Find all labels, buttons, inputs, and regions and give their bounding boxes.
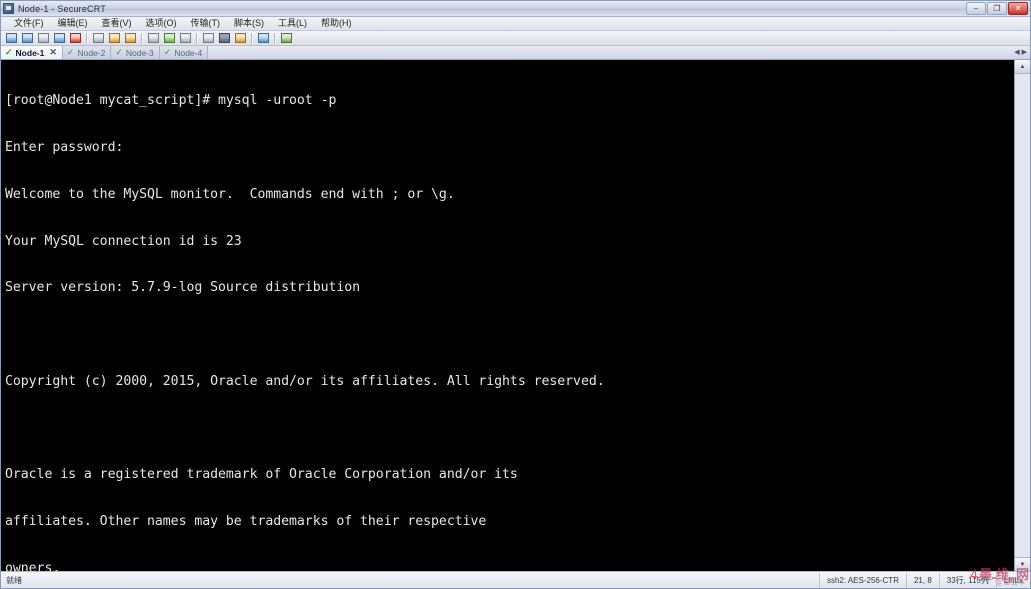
terminal-screen[interactable]: [root@Node1 mycat_script]# mysql -uroot … xyxy=(1,60,1014,571)
terminal-line: [root@Node1 mycat_script]# mysql -uroot … xyxy=(5,93,337,109)
tab-label: Node-1 xyxy=(15,47,45,58)
toolbar-separator xyxy=(196,32,198,44)
help-button[interactable] xyxy=(279,32,294,45)
connect-sftp-icon xyxy=(54,33,65,43)
terminal-line: Enter password: xyxy=(5,139,124,155)
securecrt-window: Node-1 - SecureCRT – ❐ ✕ 文件(F) 编辑(E) 查看(… xyxy=(0,0,1031,589)
terminal-line: owners. xyxy=(5,561,61,571)
disconnect-button[interactable] xyxy=(68,32,83,45)
menu-item-script[interactable]: 脚本(S) xyxy=(227,17,271,30)
tab-label: Node-4 xyxy=(174,47,203,58)
paste-icon xyxy=(109,33,120,43)
tab-scroll-controls: ◀ ▶ xyxy=(1011,46,1030,59)
scrollbar-track[interactable] xyxy=(1015,74,1030,557)
status-emulation: Linux xyxy=(995,572,1030,588)
global-options-icon xyxy=(258,33,269,43)
terminal-scrollbar[interactable]: ▲ ▼ xyxy=(1014,60,1030,571)
copy-icon xyxy=(93,33,104,43)
menu-item-view[interactable]: 查看(V) xyxy=(95,17,139,30)
check-icon: ✓ xyxy=(66,47,75,57)
tab-node-2[interactable]: ✓ Node-2 xyxy=(62,46,112,59)
terminal-area: [root@Node1 mycat_script]# mysql -uroot … xyxy=(1,60,1030,571)
check-icon: ✓ xyxy=(5,47,13,57)
log-session-icon xyxy=(164,33,175,43)
title-bar: Node-1 - SecureCRT – ❐ ✕ xyxy=(1,1,1030,17)
tab-node-3[interactable]: ✓ Node-3 xyxy=(111,46,160,59)
clear-screen-icon xyxy=(180,33,191,43)
paste-button[interactable] xyxy=(107,32,122,45)
copy-button[interactable] xyxy=(91,32,106,45)
toolbar-separator xyxy=(274,32,276,44)
tab-label: Node-2 xyxy=(77,47,106,58)
tab-bar-spacer xyxy=(208,46,1011,59)
status-cursor-position: 21, 8 xyxy=(905,572,939,588)
scroll-up-icon[interactable]: ▲ xyxy=(1015,60,1030,74)
toolbar-separator xyxy=(86,32,88,44)
menu-item-tools[interactable]: 工具(L) xyxy=(271,17,314,30)
help-icon xyxy=(281,33,292,43)
terminal-line: Copyright (c) 2000, 2015, Oracle and/or … xyxy=(5,373,605,389)
terminal-line: Welcome to the MySQL monitor. Commands e… xyxy=(5,186,455,202)
securecrt-app-icon xyxy=(3,3,14,14)
toolbar-separator xyxy=(251,32,253,44)
tab-node-4[interactable]: ✓ Node-4 xyxy=(159,46,209,59)
menu-bar: 文件(F) 编辑(E) 查看(V) 选项(O) 传输(T) 脚本(S) 工具(L… xyxy=(1,17,1030,31)
session-options-icon xyxy=(219,33,230,43)
find-button[interactable] xyxy=(123,32,138,45)
check-icon: ✓ xyxy=(163,47,172,57)
terminal-line: affiliates. Other names may be trademark… xyxy=(5,514,487,530)
print-icon xyxy=(148,33,159,43)
scroll-down-icon[interactable]: ▼ xyxy=(1015,557,1030,571)
check-icon: ✓ xyxy=(115,47,123,57)
terminal-line: Oracle is a registered trademark of Orac… xyxy=(5,467,518,483)
new-session-button[interactable] xyxy=(4,32,19,45)
session-tab-bar: ✓ Node-1 ✕ ✓ Node-2 ✓ Node-3 ✓ Node-4 ◀ … xyxy=(1,46,1030,60)
disconnect-icon xyxy=(70,33,81,43)
clone-session-button[interactable] xyxy=(36,32,51,45)
arrange-windows-button[interactable] xyxy=(201,32,216,45)
chevron-left-icon[interactable]: ◀ xyxy=(1014,49,1019,57)
window-controls: – ❐ ✕ xyxy=(966,2,1028,15)
tab-label: Node-3 xyxy=(125,47,154,58)
log-session-button[interactable] xyxy=(162,32,177,45)
tab-close-icon[interactable]: ✕ xyxy=(49,48,57,57)
toolbar xyxy=(1,31,1030,46)
menu-item-transfer[interactable]: 传输(T) xyxy=(184,17,228,30)
arrange-windows-icon xyxy=(203,33,214,43)
menu-item-options[interactable]: 选项(O) xyxy=(139,17,184,30)
toolbar-separator xyxy=(141,32,143,44)
find-icon xyxy=(125,33,136,43)
maximize-button[interactable]: ❐ xyxy=(987,2,1007,15)
clear-screen-button[interactable] xyxy=(178,32,193,45)
status-ready-text: 就绪 xyxy=(6,575,22,585)
menu-item-file[interactable]: 文件(F) xyxy=(7,17,51,30)
status-protocol: ssh2: AES-256-CTR xyxy=(818,572,906,588)
connect-button[interactable] xyxy=(20,32,35,45)
status-screen-size: 33行, 115列 xyxy=(938,572,996,588)
menu-item-edit[interactable]: 编辑(E) xyxy=(51,17,95,30)
tab-node-1[interactable]: ✓ Node-1 ✕ xyxy=(1,46,63,59)
print-button[interactable] xyxy=(146,32,161,45)
chat-window-button[interactable] xyxy=(233,32,248,45)
new-session-icon xyxy=(6,33,17,43)
terminal-line: Server version: 5.7.9-log Source distrib… xyxy=(5,280,361,296)
session-options-button[interactable] xyxy=(217,32,232,45)
status-bar: 就绪 ssh2: AES-256-CTR 21, 8 33行, 115列 Lin… xyxy=(1,567,1030,588)
chat-window-icon xyxy=(235,33,246,43)
clone-session-icon xyxy=(38,33,49,43)
connect-icon xyxy=(22,33,33,43)
close-button[interactable]: ✕ xyxy=(1008,2,1028,15)
chevron-right-icon[interactable]: ▶ xyxy=(1022,49,1027,57)
menu-item-help[interactable]: 帮助(H) xyxy=(314,17,359,30)
minimize-button[interactable]: – xyxy=(966,2,986,15)
terminal-line: Your MySQL connection id is 23 xyxy=(5,233,242,249)
window-title: Node-1 - SecureCRT xyxy=(18,3,106,14)
connect-sftp-button[interactable] xyxy=(52,32,67,45)
global-options-button[interactable] xyxy=(256,32,271,45)
